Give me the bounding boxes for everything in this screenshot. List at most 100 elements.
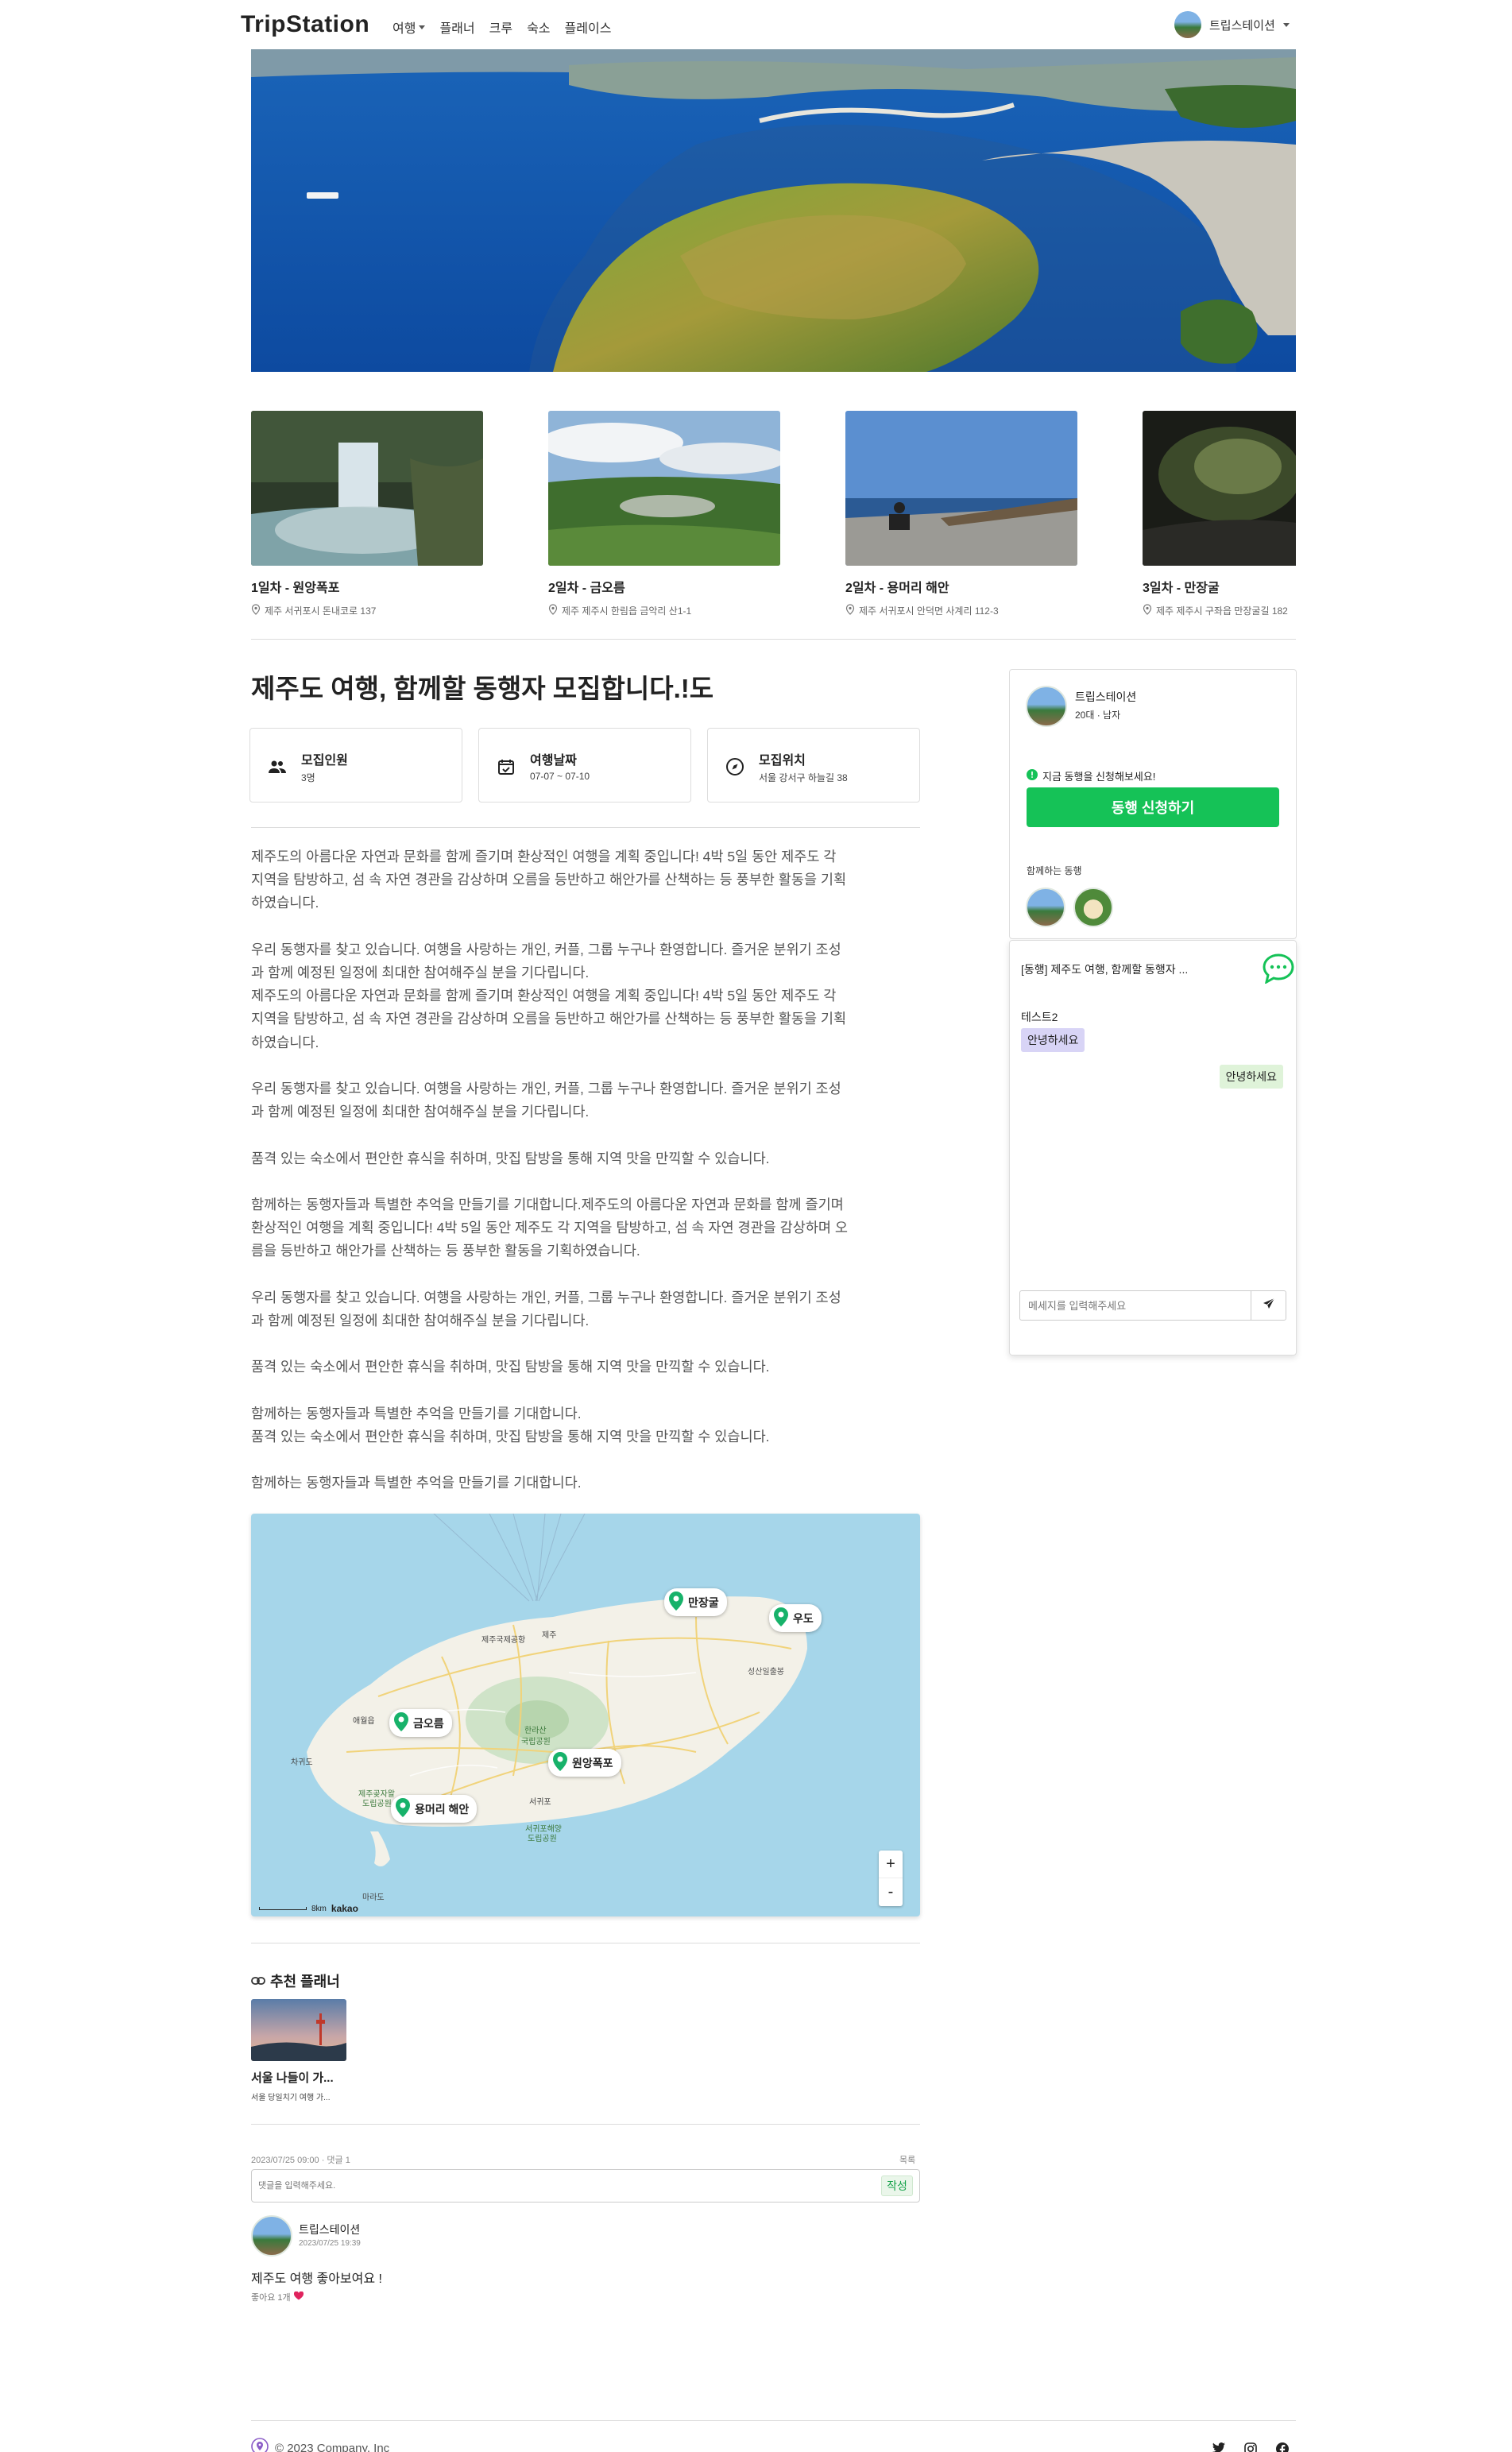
message-bubble-sent: 안녕하세요 [1219,1065,1283,1089]
footer-brand: © 2023 Company, Inc [251,2438,389,2452]
marker-label: 용머리 해안 [415,1802,470,1816]
copyright: © 2023 Company, Inc [275,2441,390,2452]
paragraph-line: 품격 있는 숙소에서 편안한 휴식을 취하며, 맛집 탐방을 통해 지역 맛을 … [251,1428,770,1445]
paragraph-line: 품격 있는 숙소에서 편안한 휴식을 취하며, 맛집 탐방을 통해 지역 맛을 … [251,1359,770,1375]
message-bubble-received: 안녕하세요 [1021,1028,1085,1052]
place-address: 제주 제주시 한림읍 금악리 산1-1 [562,605,692,617]
paragraph-line: 과 함께 예정된 일정에 최대한 참여해주실 분을 기다립니다. [251,965,590,980]
compass-icon [725,757,744,776]
map-label: 서귀포 [529,1798,551,1807]
post-meta: 2023/07/25 09:00 · 댓글 1 [251,2156,350,2165]
map-label: 국립공원 [521,1738,551,1746]
map-marker[interactable]: 원앙폭포 [548,1749,621,1777]
marker-label: 우도 [793,1611,814,1625]
chevron-down-icon [419,25,426,29]
comment-input[interactable] [258,2176,862,2195]
site-logo[interactable]: TripStation [241,11,369,38]
chat-bubble-icon[interactable] [1263,953,1294,988]
info-label: 모집위치 [759,754,806,768]
menu-item-crew[interactable]: 크루 [489,17,512,37]
companion-avatar[interactable] [1026,888,1065,927]
info-value: 서울 강서구 하늘길 38 [759,772,848,783]
paragraph-line: 름을 등반하고 해안가를 산책하는 등 풍부한 활동을 기획하였습니다. [251,1243,640,1259]
people-icon [268,757,287,776]
menu-item-planner[interactable]: 플래너 [439,17,474,37]
location-pin-icon [251,604,261,617]
post-paragraph: 함께하는 동행자들과 특별한 추억을 만들기를 기대합니다. 품격 있는 숙소에서… [251,1402,920,1448]
trip-map[interactable]: 애월읍 제주국제공항 제주 성산일출봉 한라산 국립공원 서귀포 서귀포해양 도… [251,1514,920,1916]
chevron-down-icon [1282,22,1290,27]
zoom-out-button[interactable]: - [879,1878,903,1906]
recommend-image [251,1999,346,2061]
recommend-subtitle: 서울 당일치기 여행 가... [251,2094,331,2102]
comment-submit-button[interactable]: 작성 [881,2175,913,2196]
marker-label: 만장굴 [688,1595,719,1609]
map-pin-logo-icon [251,2438,269,2452]
post-paragraph: 함께하는 동행자들과 특별한 추억을 만들기를 기대합니다. [251,1472,920,1495]
place-title: 2일차 - 용머리 해안 [845,582,949,595]
send-icon [1263,1298,1275,1314]
map-marker[interactable]: 만장굴 [664,1588,727,1616]
post-paragraph: 우리 동행자를 찾고 있습니다. 여행을 사랑하는 개인, 커플, 그룹 누구나… [251,938,920,1054]
place-image-coast [845,411,1077,566]
place-card[interactable]: 3일차 - 만장굴 제주 제주시 구좌읍 만장굴길 182 [1143,411,1296,617]
paragraph-line: 우리 동행자를 찾고 있습니다. 여행을 사랑하는 개인, 커플, 그룹 누구나… [251,1081,841,1096]
place-card[interactable]: 1일차 - 원앙폭포 제주 서귀포시 돈내코로 137 [251,411,483,617]
map-marker[interactable]: 금오름 [389,1709,452,1737]
marker-label: 원앙폭포 [572,1756,613,1769]
apply-button[interactable]: 동행 신청하기 [1027,787,1279,827]
recommend-card[interactable]: 서울 나들이 가... 서울 당일치기 여행 가... [251,1999,346,2102]
user-name: 트립스테이션 [1209,18,1275,33]
place-card[interactable]: 2일차 - 용머리 해안 제주 서귀포시 안덕면 사계리 112-3 [845,411,1077,617]
host-name: 트립스테이션 [1075,690,1137,703]
info-circle-icon [1027,769,1038,783]
companion-avatar[interactable] [1073,888,1113,927]
itinerary-carousel: 1일차 - 원앙폭포 제주 서귀포시 돈내코로 137 2일차 - 금오름 제주… [251,411,1296,617]
menu-item-place[interactable]: 플레이스 [565,17,612,37]
comment-likes[interactable]: 좋아요 1개 [251,2291,304,2303]
chat-message-input[interactable] [1028,1297,1243,1314]
hero-landscape [251,49,1296,372]
message-sender: 테스트2 [1021,1011,1058,1023]
divider [251,639,1296,640]
divider [251,827,920,828]
zoom-control: + - [879,1851,903,1906]
info-label: 모집인원 [301,754,348,768]
map-pin-icon [551,1751,569,1774]
chat-title: [동행] 제주도 여행, 함께할 동행자 ... [1021,963,1189,976]
user-menu[interactable]: 트립스테이션 [1174,11,1290,38]
send-button[interactable] [1251,1291,1286,1320]
heart-icon [293,2291,304,2303]
paragraph-line: 함께하는 동행자들과 특별한 추억을 만들기를 기대합니다. [251,1405,582,1421]
facebook-icon[interactable] [1276,2442,1289,2452]
paragraph-line: 함께하는 동행자들과 특별한 추억을 만들기를 기대합니다. [251,1475,582,1491]
map-marker[interactable]: 용머리 해안 [391,1795,478,1823]
apply-notice: 지금 동행을 신청해보세요! [1027,768,1155,783]
post-paragraph: 함께하는 동행자들과 특별한 추억을 만들기를 기대합니다.제주도의 아름다운 … [251,1193,920,1263]
map-pin-icon [667,1591,685,1614]
info-value: 07-07 ~ 07-10 [530,771,590,782]
zoom-in-button[interactable]: + [879,1851,903,1878]
map-label: 제주 [542,1631,557,1640]
top-navbar: TripStation 여행 플래너 크루 숙소 플레이스 트립스테이션 [0,0,1512,49]
menu-item-travel[interactable]: 여행 [393,17,426,37]
paragraph-line: 과 함께 예정된 일정에 최대한 참여해주실 분을 기다립니다. [251,1312,590,1328]
post-paragraph: 품격 있는 숙소에서 편안한 휴식을 취하며, 맛집 탐방을 통해 지역 맛을 … [251,1147,920,1170]
place-card[interactable]: 2일차 - 금오름 제주 제주시 한림읍 금악리 산1-1 [548,411,780,617]
link-icon [251,1973,265,1990]
social-links [1212,2442,1289,2452]
paragraph-line: 제주도의 아름다운 자연과 문화를 함께 즐기며 환상적인 여행을 계획 중입니… [251,988,837,1004]
menu-item-lodging[interactable]: 숙소 [527,17,550,37]
instagram-icon[interactable] [1244,2442,1257,2452]
map-marker[interactable]: 우도 [769,1604,822,1632]
place-title: 3일차 - 만장굴 [1143,582,1220,595]
place-image-cave [1143,411,1296,566]
calendar-check-icon [497,757,516,776]
list-link[interactable]: 목록 [899,2153,915,2166]
place-address: 제주 서귀포시 돈내코로 137 [265,605,377,617]
avatar [1174,11,1201,38]
twitter-icon[interactable] [1212,2442,1225,2452]
post-paragraph: 제주도의 아름다운 자연과 문화를 함께 즐기며 환상적인 여행을 계획 중입니… [251,845,920,915]
paragraph-line: 지역을 탐방하고, 섬 속 자연 경관을 감상하며 오름을 등반하고 해안가를 … [251,1011,847,1027]
paragraph-line: 과 함께 예정된 일정에 최대한 참여해주실 분을 기다립니다. [251,1104,590,1120]
